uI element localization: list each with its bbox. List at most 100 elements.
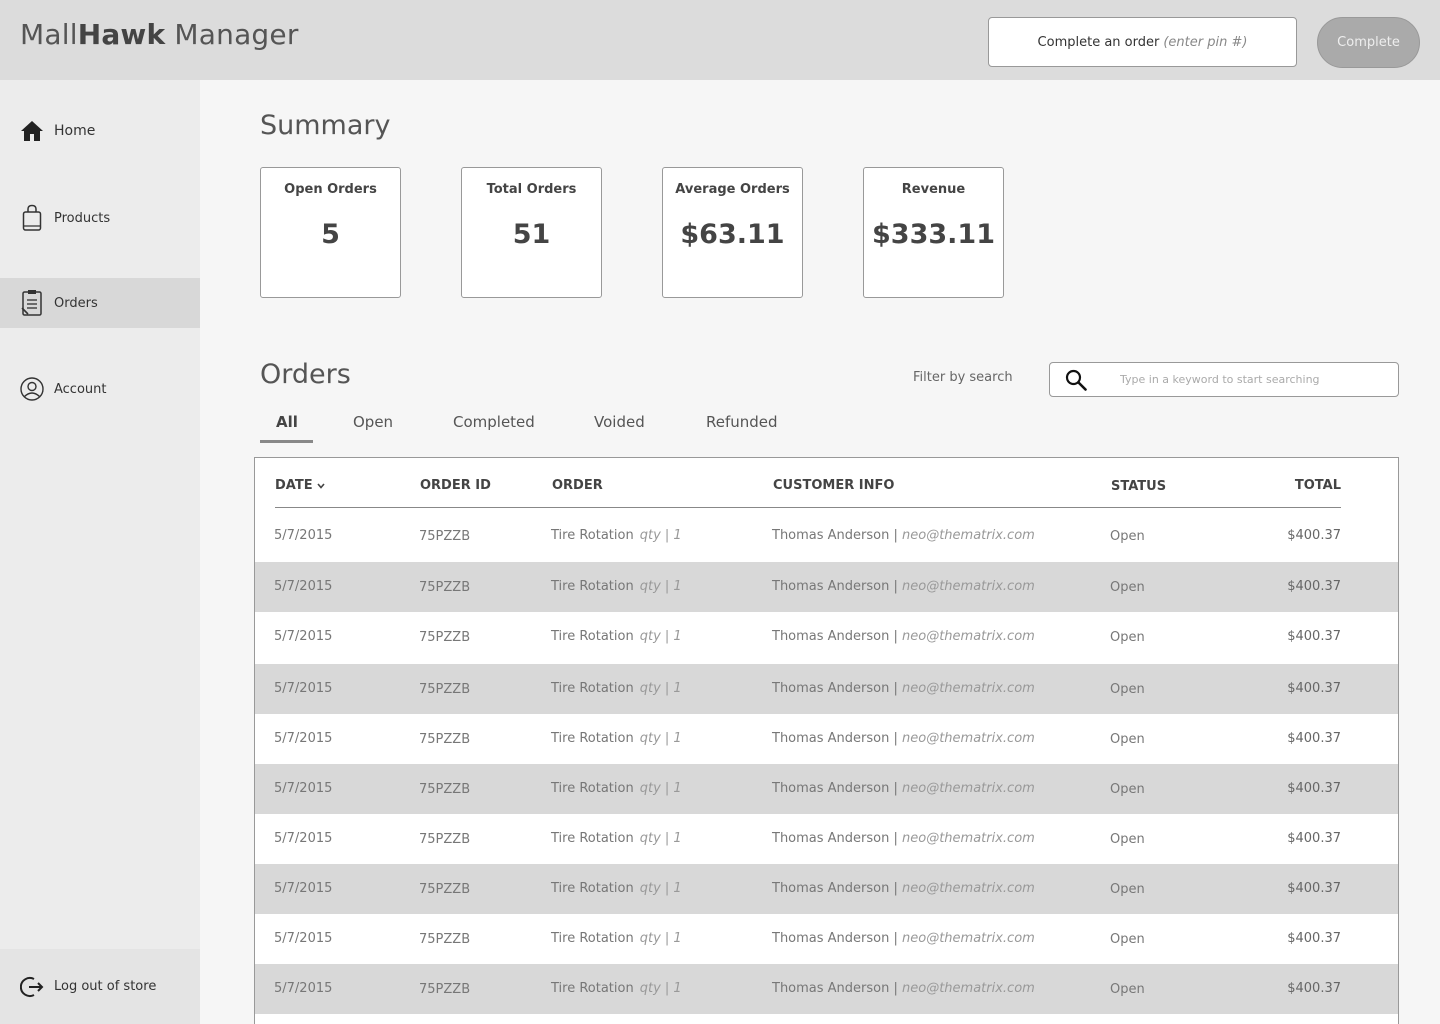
card-value: $63.11 [680,219,785,250]
cell-order-id: 75PZZB [419,682,471,697]
order-qty: qty | 1 [639,981,682,996]
customer-name: Thomas Anderson | [772,528,898,543]
sidebar-item-label: Account [54,381,107,397]
order-qty: qty | 1 [639,831,682,846]
table-row[interactable]: 5/7/2015 75PZZB Tire Rotation qty | 1 Thomas… [255,612,1398,662]
cell-status: Open [1110,982,1145,997]
table-row[interactable]: 5/7/2015 75PZZB Tire Rotation qty | 1 Thomas… [255,511,1398,561]
cell-total: $400.37 [1287,528,1341,543]
cell-total: $400.37 [1287,629,1341,644]
summary-card-open-orders: Open Orders 5 [260,167,401,298]
sidebar: Home Products Orders Account Log out of … [0,80,200,1024]
cell-date: 5/7/2015 [274,881,333,896]
table-row[interactable]: 5/7/2015 75PZZB Tire Rotation qty | 1 Thomas… [255,562,1398,612]
column-header-total[interactable]: TOTAL [1295,478,1341,493]
order-name: Tire Rotation [551,931,634,946]
cell-total: $400.37 [1287,731,1341,746]
cell-order-id: 75PZZB [419,782,471,797]
table-row[interactable]: 5/7/2015 75PZZB Tire Rotation qty | 1 Thomas… [255,814,1398,864]
column-header-order[interactable]: ORDER [552,478,603,493]
order-qty: qty | 1 [639,731,682,746]
tab-voided[interactable]: Voided [594,413,645,443]
tab-label: All [276,413,298,431]
cell-order-id: 75PZZB [419,882,471,897]
cell-status: Open [1110,630,1145,645]
table-row[interactable]: 5/7/2015 75PZZB Tire Rotation qty | 1 Thomas… [255,914,1398,964]
tab-completed[interactable]: Completed [453,413,535,443]
table-row[interactable]: 5/7/2015 75PZZB Tire Rotation qty | 1 Thomas… [255,714,1398,764]
customer-email: neo@thematrix.com [902,528,1035,543]
cell-customer-info: Thomas Anderson | neo@thematrix.com [772,629,1035,644]
cell-status: Open [1110,832,1145,847]
logout-label: Log out of store [54,979,157,994]
summary-title: Summary [260,110,391,141]
cell-customer-info: Thomas Anderson | neo@thematrix.com [772,981,1035,996]
logo-prefix: Mall [20,18,78,51]
table-row[interactable]: 5/7/2015 75PZZB Tire Rotation qty | 1 Thomas… [255,964,1398,1014]
order-qty: qty | 1 [639,681,682,696]
column-header-customer-info[interactable]: CUSTOMER INFO [773,478,894,493]
tab-refunded[interactable]: Refunded [706,413,778,443]
search-icon[interactable] [1064,368,1088,392]
column-label: DATE [275,478,313,493]
orders-table: DATE ORDER ID ORDER CUSTOMER INFO STATUS… [254,457,1399,1024]
sidebar-item-label: Orders [54,295,98,311]
order-qty: qty | 1 [639,781,682,796]
cell-customer-info: Thomas Anderson | neo@thematrix.com [772,528,1035,543]
search-box[interactable] [1049,362,1399,397]
sidebar-item-account[interactable]: Account [0,364,200,414]
customer-email: neo@thematrix.com [902,881,1035,896]
cell-order: Tire Rotation qty | 1 [551,731,682,746]
order-name: Tire Rotation [551,831,634,846]
cell-date: 5/7/2015 [274,931,333,946]
cell-status: Open [1110,580,1145,595]
cell-status: Open [1110,732,1145,747]
column-header-status[interactable]: STATUS [1111,479,1166,494]
cell-order-id: 75PZZB [419,982,471,997]
cell-total: $400.37 [1287,981,1341,996]
pin-input-hint: (enter pin #) [1163,34,1248,50]
cell-customer-info: Thomas Anderson | neo@thematrix.com [772,731,1035,746]
cell-status: Open [1110,882,1145,897]
sort-down-icon [316,482,325,489]
summary-card-total-orders: Total Orders 51 [461,167,602,298]
customer-name: Thomas Anderson | [772,629,898,644]
tab-open[interactable]: Open [353,413,393,443]
cell-status: Open [1110,932,1145,947]
cell-order: Tire Rotation qty | 1 [551,681,682,696]
customer-name: Thomas Anderson | [772,931,898,946]
cell-order-id: 75PZZB [419,529,471,544]
card-value: 51 [512,219,551,250]
tab-all[interactable]: All [260,413,313,443]
shopping-bag-icon [20,204,44,231]
complete-order-pin-input[interactable]: Complete an order (enter pin #) [988,17,1297,67]
user-icon [20,376,44,402]
table-header: DATE ORDER ID ORDER CUSTOMER INFO STATUS… [275,458,1341,508]
table-row[interactable]: 5/7/2015 75PZZB Tire Rotation qty | 1 Thomas… [255,664,1398,714]
customer-email: neo@thematrix.com [902,681,1035,696]
cell-customer-info: Thomas Anderson | neo@thematrix.com [772,579,1035,594]
cell-date: 5/7/2015 [274,981,333,996]
cell-order-id: 75PZZB [419,732,471,747]
card-value: $333.11 [872,219,995,250]
table-row[interactable]: 5/7/2015 75PZZB Tire Rotation qty | 1 Thomas… [255,764,1398,814]
complete-button[interactable]: Complete [1317,17,1420,68]
order-name: Tire Rotation [551,681,634,696]
search-input[interactable] [1120,373,1380,386]
column-header-date[interactable]: DATE [275,478,325,493]
cell-total: $400.37 [1287,831,1341,846]
sidebar-item-orders[interactable]: Orders [0,278,200,328]
column-header-order-id[interactable]: ORDER ID [420,478,491,493]
sidebar-item-products[interactable]: Products [0,193,200,243]
cell-order-id: 75PZZB [419,580,471,595]
card-label: Total Orders [486,182,577,197]
logout-button[interactable]: Log out of store [0,949,200,1024]
top-bar: MallHawk Manager Complete an order (ente… [0,0,1440,80]
customer-name: Thomas Anderson | [772,579,898,594]
cell-total: $400.37 [1287,881,1341,896]
table-row[interactable]: 5/7/2015 75PZZB Tire Rotation qty | 1 Thomas… [255,864,1398,914]
card-label: Open Orders [284,182,377,197]
sidebar-item-home[interactable]: Home [0,106,200,156]
cell-order: Tire Rotation qty | 1 [551,981,682,996]
cell-customer-info: Thomas Anderson | neo@thematrix.com [772,681,1035,696]
